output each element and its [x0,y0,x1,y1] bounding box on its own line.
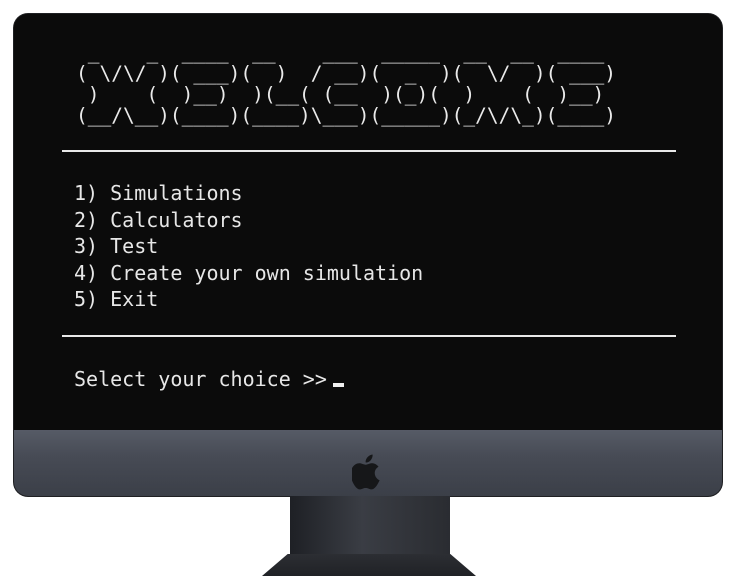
menu-item-exit[interactable]: 5) Exit [74,286,423,313]
monitor-chin [14,430,722,496]
banner-line: ( \/\/ )( ___)( ) / __)( _ )( \/ )( ___) [76,62,617,85]
menu-item-simulations[interactable]: 1) Simulations [74,180,423,207]
menu-item-create-simulation[interactable]: 4) Create your own simulation [74,260,423,287]
monitor-stand [290,496,450,560]
menu-item-number: 3) [74,234,99,258]
page: _ _ ____ __ ___ _____ __ __ ____ ( \/\/ … [0,0,739,576]
menu-item-label: Test [110,234,159,258]
menu-item-number: 5) [74,287,99,311]
prompt-text: Select your choice >> [74,367,327,391]
menu-item-label: Exit [110,287,159,311]
menu-item-calculators[interactable]: 2) Calculators [74,207,423,234]
text-cursor [332,383,344,387]
screen: _ _ ____ __ ___ _____ __ __ ____ ( \/\/ … [14,14,722,430]
banner-line: (__/\__)(____)(____)\___)(_____)(_/\/\_)… [76,104,617,127]
menu-item-label: Calculators [110,207,243,232]
divider-top [62,150,676,152]
menu-item-label: Create your own simulation [110,260,424,285]
divider-bottom [62,335,676,337]
choice-prompt[interactable]: Select your choice >> [74,366,344,392]
banner-line: ) ( )__) )(__( (__ )(_)( ) ( )__) [76,83,617,106]
terminal-window[interactable]: _ _ ____ __ ___ _____ __ __ ____ ( \/\/ … [14,14,722,430]
menu-item-number: 2) [74,207,99,232]
menu-item-number: 1) [74,181,99,205]
menu-item-label: Simulations [110,181,243,205]
monitor-stand-base [262,554,476,576]
banner-line: _ _ ____ __ ___ _____ __ __ ____ [76,41,617,64]
apple-logo-icon [352,454,380,490]
welcome-ascii-banner: _ _ ____ __ ___ _____ __ __ ____ ( \/\/ … [76,42,616,126]
imac-monitor: _ _ ____ __ ___ _____ __ __ ____ ( \/\/ … [14,14,722,496]
main-menu: 1) Simulations 2) Calculators 3) Test 4)… [74,180,423,313]
menu-item-number: 4) [74,260,99,285]
menu-item-test[interactable]: 3) Test [74,233,423,260]
